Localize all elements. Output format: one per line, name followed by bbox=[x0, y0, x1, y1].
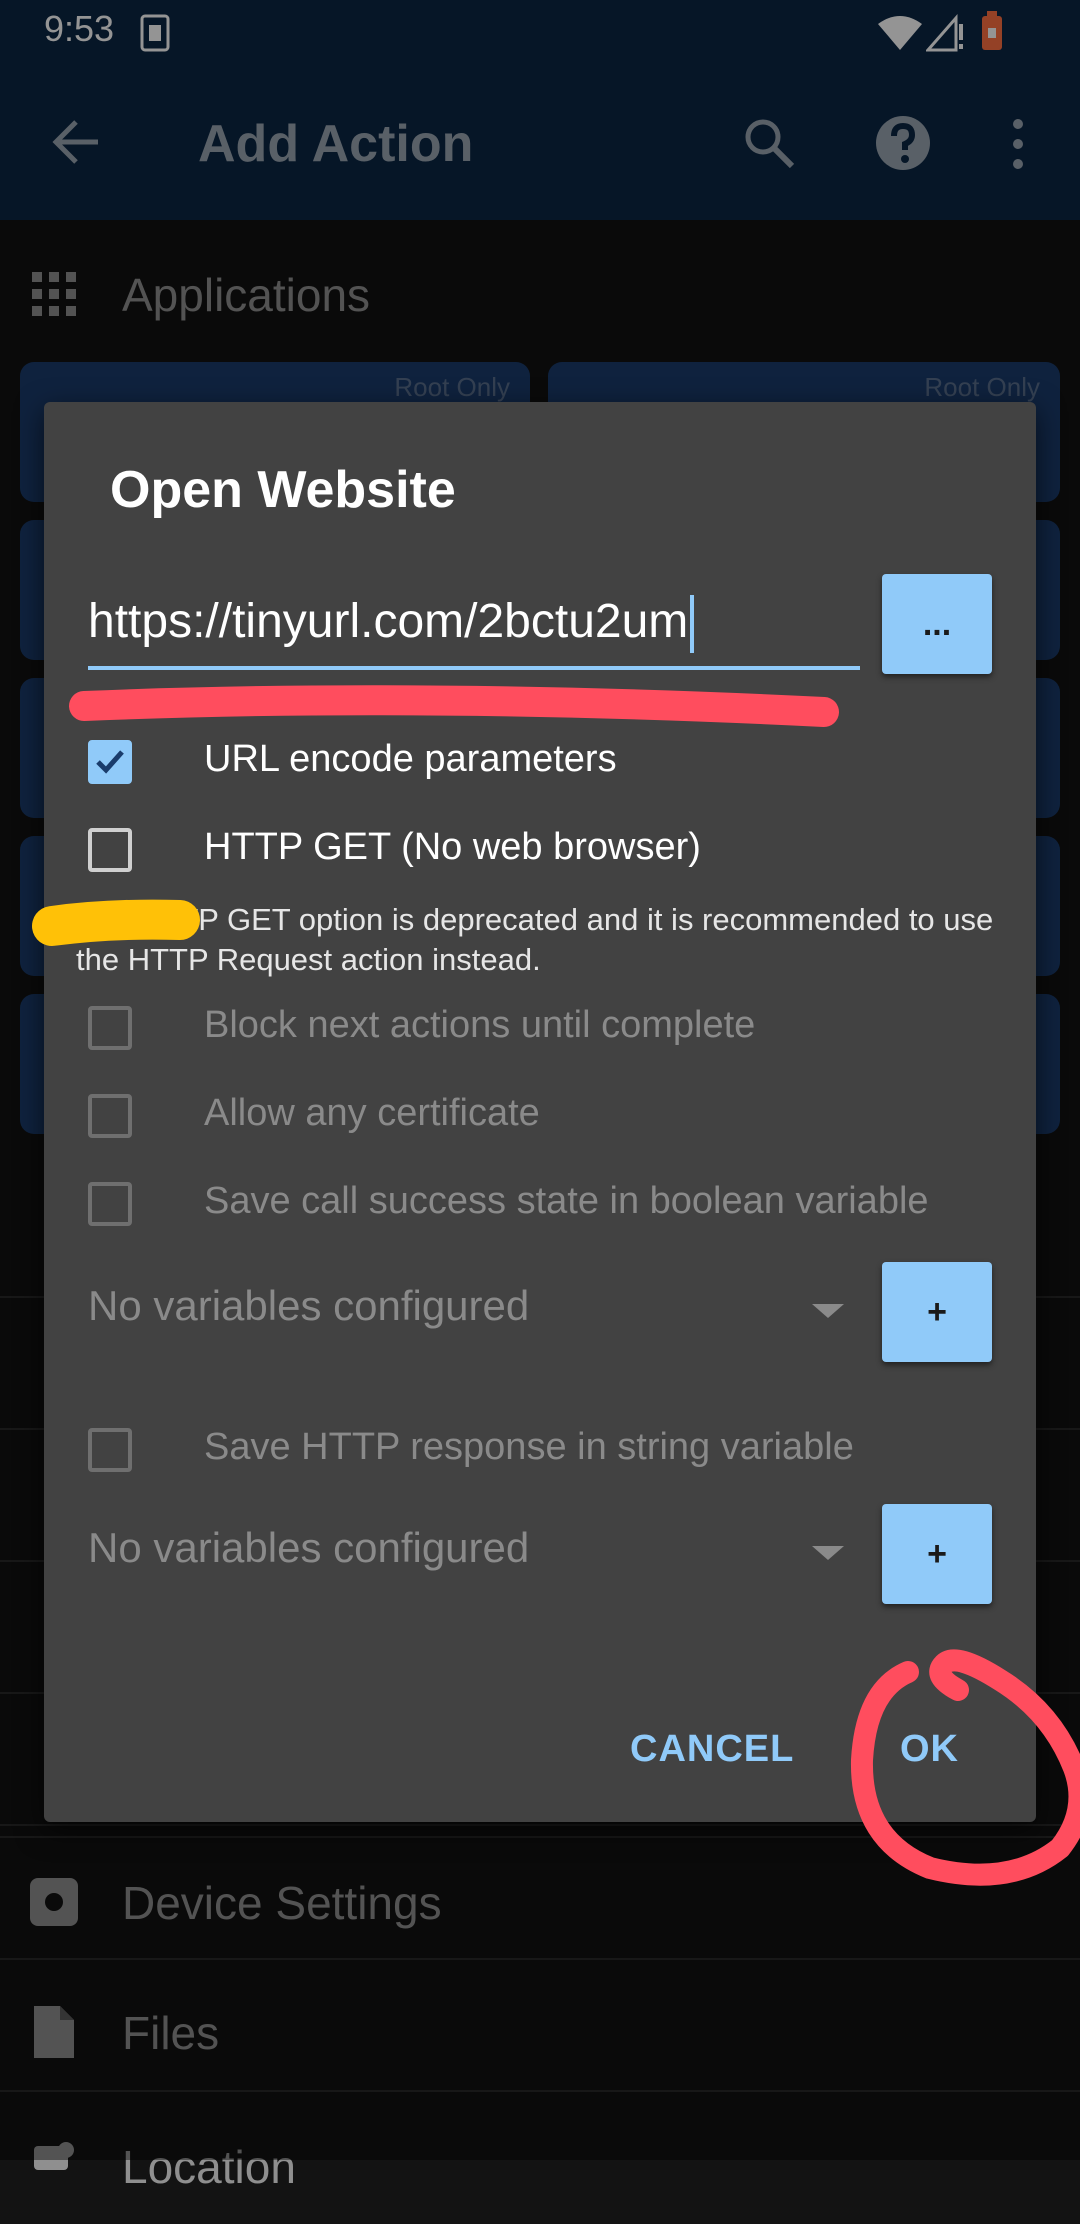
yellow-highlight-annotation bbox=[32, 899, 200, 946]
annotation-layer bbox=[32, 685, 1080, 1886]
red-circle-annotation bbox=[850, 1649, 1080, 1886]
red-underline-annotation bbox=[69, 685, 839, 727]
